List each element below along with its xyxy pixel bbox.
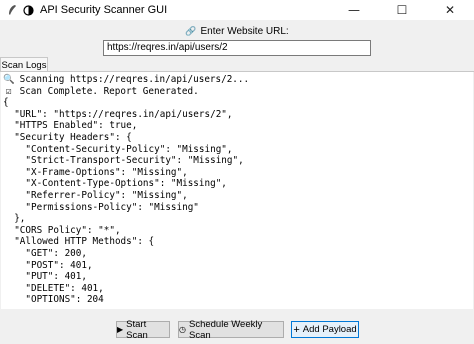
maximize-button[interactable]: ☐ bbox=[378, 0, 426, 20]
log-line: { bbox=[3, 97, 471, 109]
half-circle-icon bbox=[22, 4, 34, 16]
schedule-label: Schedule Weekly Scan bbox=[188, 318, 263, 341]
log-line-text: "Security Headers": { bbox=[3, 131, 132, 143]
minimize-button[interactable]: — bbox=[330, 0, 378, 20]
log-line-text: "Allowed HTTP Methods": { bbox=[3, 236, 155, 248]
log-line-text: "X-Frame-Options": "Missing", bbox=[3, 166, 188, 178]
log-line-text: "Content-Security-Policy": "Missing", bbox=[3, 143, 233, 155]
log-line-text: Scan Complete. Report Generated. bbox=[19, 85, 199, 97]
play-icon: ▶ bbox=[117, 325, 124, 334]
log-line: "Content-Security-Policy": "Missing", bbox=[3, 144, 471, 156]
schedule-weekly-scan-button[interactable]: ◷ Schedule Weekly Scan bbox=[178, 318, 284, 341]
log-line: "Allowed HTTP Methods": { bbox=[3, 236, 471, 248]
scan-log[interactable]: 🔍 Scanning https://reqres.in/api/users/2… bbox=[1, 72, 473, 309]
log-line: "POST": 401, bbox=[3, 260, 471, 272]
log-line-text: { bbox=[3, 97, 9, 109]
close-button[interactable]: ✕ bbox=[426, 0, 474, 20]
start-scan-label: Start Scan bbox=[126, 318, 148, 341]
window-title: API Security Scanner GUI bbox=[40, 4, 168, 16]
log-line: "X-Content-Type-Options": "Missing", bbox=[3, 178, 471, 190]
add-payload-label: Add Payload bbox=[302, 324, 357, 335]
log-line: "OPTIONS": 204 bbox=[3, 294, 471, 306]
app-window: API Security Scanner GUI — ☐ ✕ 🔗 Enter W… bbox=[0, 0, 474, 344]
log-line-text: "URL": "https://reqres.in/api/users/2", bbox=[3, 108, 233, 120]
bottom-toolbar: ▶ Start Scan ◷ Schedule Weekly Scan + Ad… bbox=[0, 316, 474, 344]
log-line-text: "HTTPS Enabled": true, bbox=[3, 120, 138, 132]
log-line: ☑ Scan Complete. Report Generated. bbox=[3, 86, 471, 98]
log-line-text: "Referrer-Policy": "Missing", bbox=[3, 189, 188, 201]
magnifier-icon: 🔍 bbox=[3, 74, 15, 85]
log-line: "PUT": 401, bbox=[3, 271, 471, 283]
start-scan-button[interactable]: ▶ Start Scan bbox=[116, 318, 170, 341]
log-line-text: "CORS Policy": "*", bbox=[3, 224, 121, 236]
log-line-text: "POST": 401, bbox=[3, 259, 93, 271]
log-line: "Security Headers": { bbox=[3, 132, 471, 144]
log-line: "Strict-Transport-Security": "Missing", bbox=[3, 155, 471, 167]
url-label-row: 🔗 Enter Website URL: bbox=[0, 24, 474, 38]
log-line-text: Scanning https://reqres.in/api/users/2..… bbox=[19, 74, 250, 85]
log-line: "X-Frame-Options": "Missing", bbox=[3, 167, 471, 179]
log-line: }, bbox=[3, 213, 471, 225]
log-line: "DELETE": 401, bbox=[3, 283, 471, 295]
url-input[interactable]: https://reqres.in/api/users/2 bbox=[103, 40, 371, 56]
link-icon: 🔗 bbox=[185, 25, 197, 36]
log-line: "Referrer-Policy": "Missing", bbox=[3, 190, 471, 202]
clock-icon: ◷ bbox=[179, 325, 186, 334]
log-line: "HTTPS Enabled": true, bbox=[3, 120, 471, 132]
check-icon: ☑ bbox=[5, 85, 12, 97]
log-line: "URL": "https://reqres.in/api/users/2", bbox=[3, 109, 471, 121]
add-payload-button[interactable]: + Add Payload bbox=[291, 321, 359, 338]
url-label: Enter Website URL: bbox=[200, 25, 289, 37]
log-line-text: "DELETE": 401, bbox=[3, 282, 104, 294]
log-line-text: "Permissions-Policy": "Missing" bbox=[3, 201, 199, 213]
feather-icon bbox=[6, 4, 18, 16]
log-line: "CORS Policy": "*", bbox=[3, 225, 471, 237]
plus-icon: + bbox=[293, 323, 300, 336]
log-line: 🔍 Scanning https://reqres.in/api/users/2… bbox=[3, 74, 471, 86]
log-line-text: "OPTIONS": 204 bbox=[3, 294, 104, 306]
tab-scan-logs[interactable]: Scan Logs bbox=[0, 57, 48, 72]
log-line-text: "X-Content-Type-Options": "Missing", bbox=[3, 178, 227, 190]
log-line-text: "Strict-Transport-Security": "Missing", bbox=[3, 155, 244, 167]
log-line-text: }, bbox=[3, 213, 26, 225]
log-line: "GET": 200, bbox=[3, 248, 471, 260]
log-line-text: "PUT": 401, bbox=[3, 271, 87, 283]
log-line: "Permissions-Policy": "Missing" bbox=[3, 202, 471, 214]
log-line-text: "GET": 200, bbox=[3, 247, 87, 259]
title-bar: API Security Scanner GUI — ☐ ✕ bbox=[0, 0, 474, 20]
